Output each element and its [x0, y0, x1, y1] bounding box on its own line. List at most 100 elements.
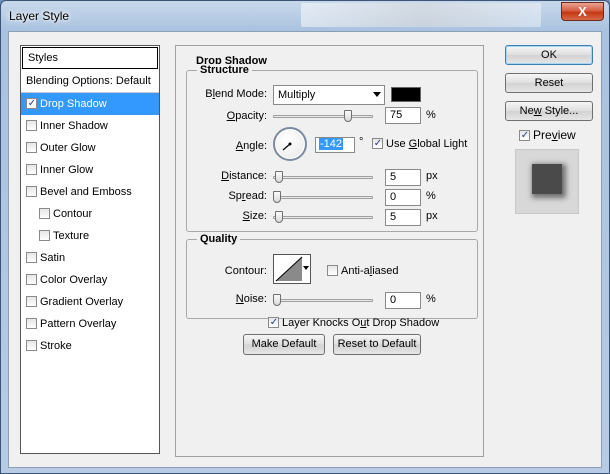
spread-slider-thumb[interactable]: [273, 191, 281, 203]
opacity-input[interactable]: 75: [385, 107, 421, 124]
angle-input[interactable]: -142: [315, 137, 355, 153]
checkbox-icon[interactable]: [26, 186, 37, 197]
style-item-gradient-overlay[interactable]: Gradient Overlay: [21, 291, 159, 313]
checkbox-icon: [519, 130, 530, 141]
angle-needle-icon: [282, 142, 292, 151]
size-slider-thumb[interactable]: [275, 211, 283, 223]
preview-square: [532, 164, 562, 194]
noise-slider-thumb[interactable]: [273, 294, 281, 306]
noise-slider-track[interactable]: [273, 299, 373, 302]
layer-knocks-out-checkbox[interactable]: Layer Knocks Out Drop Shadow: [268, 317, 439, 329]
spread-label: Spread:: [228, 190, 267, 202]
use-global-light-checkbox[interactable]: Use Global Light: [372, 138, 467, 150]
background-window-thumbnails: [301, 3, 541, 27]
new-style-button[interactable]: New Style...: [505, 101, 593, 121]
checkbox-icon: [327, 265, 338, 276]
size-label: Size:: [242, 210, 267, 222]
spread-input[interactable]: 0: [385, 189, 421, 206]
preview-checkbox[interactable]: Preview: [519, 128, 576, 142]
reset-to-default-button[interactable]: Reset to Default: [333, 334, 421, 355]
opacity-slider-track[interactable]: [273, 115, 373, 118]
style-item-contour[interactable]: Contour: [21, 203, 159, 225]
make-default-button[interactable]: Make Default: [243, 334, 325, 355]
styles-header[interactable]: Styles: [22, 47, 158, 69]
spread-slider-track[interactable]: [273, 196, 373, 199]
style-item-label: Bevel and Emboss: [40, 186, 132, 198]
spread-unit: %: [426, 190, 436, 202]
checkbox-icon[interactable]: [26, 318, 37, 329]
contour-picker[interactable]: [273, 254, 311, 284]
checkbox-icon[interactable]: [26, 252, 37, 263]
style-item-inner-shadow[interactable]: Inner Shadow: [21, 115, 159, 137]
style-item-label: Stroke: [40, 340, 72, 352]
distance-unit: px: [426, 170, 438, 182]
blend-mode-label: Blend Mode:: [205, 88, 267, 100]
style-item-label: Color Overlay: [40, 274, 108, 286]
window-title: Layer Style: [9, 9, 70, 23]
blending-options-item[interactable]: Blending Options: Default: [21, 70, 159, 93]
reset-button[interactable]: Reset: [505, 73, 593, 93]
style-item-label: Satin: [40, 252, 66, 264]
blend-mode-select[interactable]: Multiply: [273, 85, 385, 105]
shadow-color-swatch[interactable]: [391, 87, 421, 102]
title-bar[interactable]: Layer Style X: [1, 1, 609, 31]
contour-dropdown-arrow-icon[interactable]: [303, 266, 309, 270]
style-item-drop-shadow[interactable]: Drop Shadow: [21, 93, 159, 115]
size-input[interactable]: 5: [385, 209, 421, 226]
dialog-client-area: Styles Blending Options: Default Drop Sh…: [8, 31, 602, 468]
style-preview-thumbnail: [515, 149, 579, 214]
style-item-pattern-overlay[interactable]: Pattern Overlay: [21, 313, 159, 335]
drop-shadow-panel: Drop Shadow Structure Blend Mode: Multip…: [175, 45, 484, 457]
size-slider-track[interactable]: [273, 216, 373, 219]
distance-slider-thumb[interactable]: [275, 171, 283, 183]
distance-label: Distance:: [221, 170, 267, 182]
checkbox-icon[interactable]: [39, 230, 50, 241]
style-item-stroke[interactable]: Stroke: [21, 335, 159, 357]
degree-symbol: °: [359, 136, 364, 148]
checkbox-icon[interactable]: [26, 98, 37, 109]
style-item-bevel-and-emboss[interactable]: Bevel and Emboss: [21, 181, 159, 203]
style-item-inner-glow[interactable]: Inner Glow: [21, 159, 159, 181]
checkbox-icon[interactable]: [26, 164, 37, 175]
angle-label: Angle:: [235, 140, 267, 152]
dropdown-arrow-icon: [373, 92, 381, 97]
style-item-label: Inner Shadow: [40, 120, 108, 132]
checkbox-icon[interactable]: [26, 142, 37, 153]
quality-group: Quality Contour: Anti-aliased Noise: 0 %: [186, 233, 478, 319]
opacity-label: Opacity:: [226, 110, 267, 122]
checkbox-icon[interactable]: [39, 208, 50, 219]
layer-style-window: Layer Style X Styles Blending Options: D…: [0, 0, 610, 474]
blend-mode-value: Multiply: [278, 89, 316, 101]
contour-label: Contour:: [224, 265, 267, 277]
style-item-texture[interactable]: Texture: [21, 225, 159, 247]
noise-unit: %: [426, 293, 436, 305]
checkbox-icon[interactable]: [26, 340, 37, 351]
structure-group: Structure Blend Mode: Multiply Opacity: …: [186, 64, 478, 232]
checkbox-icon[interactable]: [26, 296, 37, 307]
style-item-outer-glow[interactable]: Outer Glow: [21, 137, 159, 159]
noise-label: Noise:: [235, 293, 267, 305]
quality-title: Quality: [197, 233, 241, 245]
distance-slider-track[interactable]: [273, 176, 373, 179]
checkbox-icon[interactable]: [26, 120, 37, 131]
ok-button[interactable]: OK: [505, 45, 593, 65]
distance-input[interactable]: 5: [385, 169, 421, 186]
style-items-container: Drop Shadow Inner Shadow Outer Glow Inner G…: [21, 93, 159, 357]
style-item-label: Pattern Overlay: [40, 318, 117, 330]
close-button[interactable]: X: [561, 2, 604, 21]
style-item-label: Contour: [53, 208, 93, 220]
opacity-unit: %: [426, 109, 436, 121]
size-unit: px: [426, 210, 438, 222]
style-item-label: Drop Shadow: [40, 98, 107, 110]
style-item-satin[interactable]: Satin: [21, 247, 159, 269]
angle-dial[interactable]: [273, 127, 307, 161]
structure-title: Structure: [197, 64, 252, 76]
checkbox-icon: [372, 138, 383, 149]
noise-input[interactable]: 0: [385, 292, 421, 309]
style-item-label: Texture: [53, 230, 90, 242]
style-item-color-overlay[interactable]: Color Overlay: [21, 269, 159, 291]
style-item-label: Gradient Overlay: [40, 296, 124, 308]
opacity-slider-thumb[interactable]: [344, 110, 352, 122]
anti-aliased-checkbox[interactable]: Anti-aliased: [327, 265, 399, 277]
checkbox-icon[interactable]: [26, 274, 37, 285]
